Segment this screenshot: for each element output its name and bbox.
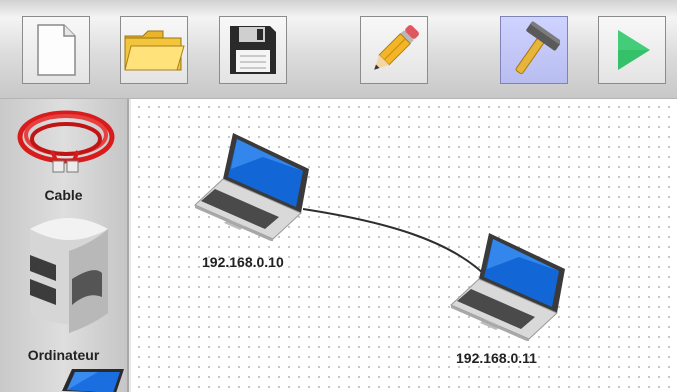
laptop-node-2[interactable] xyxy=(449,229,569,346)
laptop-node-1[interactable] xyxy=(193,129,313,246)
save-button[interactable] xyxy=(219,16,287,84)
red-cable-icon xyxy=(17,110,115,173)
palette-item-label: Ordinateur xyxy=(27,347,100,363)
network-canvas[interactable]: 192.168.0.10 192.168.0.11 xyxy=(131,99,677,392)
new-document-icon xyxy=(37,24,76,76)
floppy-disk-icon xyxy=(230,26,276,74)
network-simulator-window: Cable Ordinateur 192.168.0.10 192.168.0.… xyxy=(0,0,677,392)
pencil-icon xyxy=(374,25,419,70)
toolbar xyxy=(0,0,677,99)
palette-item-label: Cable xyxy=(44,187,83,203)
node-ip-label: 192.168.0.10 xyxy=(202,254,284,270)
edit-button[interactable] xyxy=(360,16,428,84)
run-button[interactable] xyxy=(598,16,666,84)
server-tower-icon xyxy=(30,218,108,333)
palette-item-laptop[interactable] xyxy=(0,369,127,392)
new-document-button[interactable] xyxy=(22,16,90,84)
laptop-icon xyxy=(194,133,309,242)
hammer-icon xyxy=(515,21,560,75)
palette-item-ordinateur[interactable]: Ordinateur xyxy=(0,209,127,369)
laptop-icon xyxy=(450,233,565,342)
laptop-icon xyxy=(62,369,124,392)
build-button[interactable] xyxy=(500,16,568,84)
open-folder-button[interactable] xyxy=(120,16,188,84)
folder-icon xyxy=(124,30,185,71)
play-icon xyxy=(618,30,650,70)
component-palette: Cable Ordinateur xyxy=(0,99,129,392)
palette-item-cable[interactable]: Cable xyxy=(0,99,127,209)
node-ip-label: 192.168.0.11 xyxy=(456,350,537,366)
